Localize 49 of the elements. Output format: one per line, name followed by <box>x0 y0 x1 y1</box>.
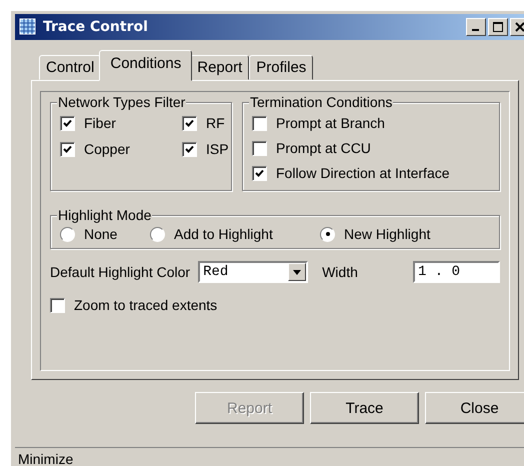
checkbox-label[interactable]: Prompt at CCU <box>276 140 371 156</box>
width-field[interactable]: 1 . 0 <box>413 261 500 283</box>
group-title: Network Types Filter <box>57 94 186 110</box>
checkbox[interactable] <box>60 116 75 130</box>
tab[interactable]: Report <box>190 55 250 80</box>
maximize-button[interactable] <box>488 18 508 36</box>
checkbox-label[interactable]: Copper <box>84 141 130 157</box>
close-button[interactable] <box>510 18 524 36</box>
radio-label[interactable]: Add to Highlight <box>174 226 273 242</box>
tab[interactable]: Profiles <box>249 55 314 80</box>
caret-icon <box>293 270 302 274</box>
radio-button[interactable] <box>320 226 335 242</box>
checkbox-label[interactable]: Prompt at Branch <box>276 115 385 131</box>
checkbox[interactable] <box>182 116 197 130</box>
checkbox[interactable] <box>252 140 267 156</box>
radio-button[interactable] <box>60 226 75 242</box>
checkbox[interactable] <box>50 298 65 312</box>
group-title: Termination Conditions <box>249 94 394 110</box>
check-icon <box>185 144 194 154</box>
maximize-icon <box>493 22 503 32</box>
checkbox-label[interactable]: Zoom to traced extents <box>74 297 218 313</box>
tab[interactable]: Conditions <box>99 50 192 81</box>
grid-icon <box>19 18 37 36</box>
checkbox-label[interactable]: ISP <box>206 141 229 157</box>
window-title: Trace Control <box>43 19 148 35</box>
color-dropdown[interactable]: Red <box>198 261 308 283</box>
dialog-button[interactable]: Trace <box>310 392 419 424</box>
radio-label[interactable]: None <box>84 226 118 242</box>
checkbox[interactable] <box>252 116 267 130</box>
status-text: Minimize <box>18 451 74 466</box>
check-icon <box>63 118 72 128</box>
group-title: Highlight Mode <box>57 207 152 223</box>
field-label: Width <box>322 264 358 280</box>
field-label: Default Highlight Color <box>50 264 190 280</box>
radio-button[interactable] <box>150 226 165 242</box>
minimize-button[interactable] <box>466 18 486 36</box>
checkbox[interactable] <box>60 142 75 156</box>
radio-label[interactable]: New Highlight <box>344 226 430 242</box>
check-icon <box>255 168 264 178</box>
dialog-button[interactable]: Close <box>425 392 524 424</box>
check-icon <box>185 118 194 128</box>
tab[interactable]: Control <box>39 55 102 80</box>
close-icon <box>515 22 524 32</box>
checkbox-label[interactable]: Follow Direction at Interface <box>276 165 450 181</box>
check-icon <box>63 144 72 154</box>
checkbox-label[interactable]: Fiber <box>84 115 116 131</box>
checkbox[interactable] <box>252 166 267 180</box>
checkbox[interactable] <box>182 142 197 156</box>
checkbox-label[interactable]: RF <box>206 115 225 131</box>
